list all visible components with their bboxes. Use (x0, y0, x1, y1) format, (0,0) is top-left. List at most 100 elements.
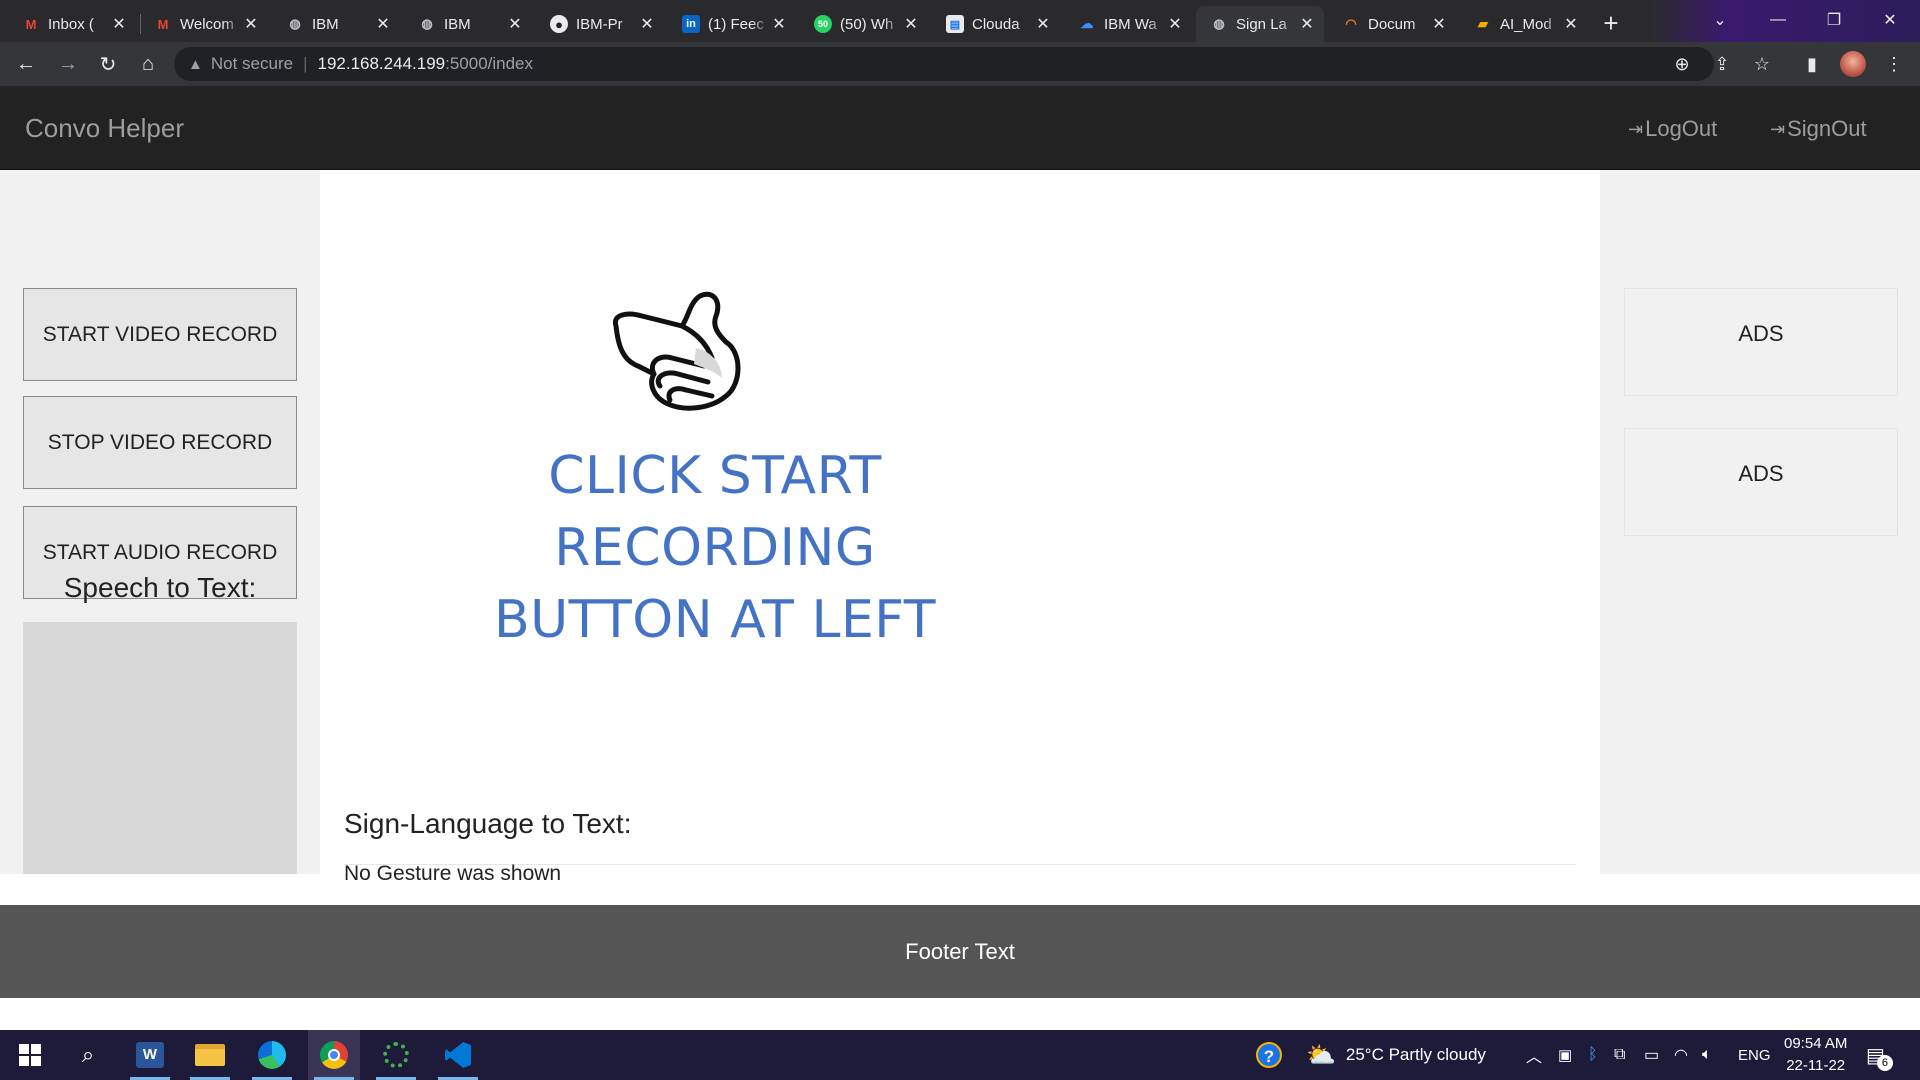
sign-language-heading: Sign-Language to Text: (344, 808, 632, 839)
tab-ibm-2[interactable]: ◍ IBM ✕ (404, 6, 532, 42)
browser-toolbar: ← → ↻ ⌂ ▲ Not secure | 192.168.244.199 :… (0, 42, 1920, 86)
tab-ibm-1[interactable]: ◍ IBM ✕ (272, 6, 400, 42)
tab-gmail-inbox[interactable]: M Inbox ( ✕ (8, 6, 136, 42)
brand-title[interactable]: Convo Helper (25, 113, 184, 144)
login-arrow-icon: ⇥ (1770, 118, 1786, 139)
file-explorer-icon[interactable] (184, 1030, 236, 1080)
page-footer: Footer Text (0, 905, 1920, 998)
tab-title: IBM-Pr (576, 15, 623, 33)
meet-now-icon[interactable]: ▣ (1558, 1030, 1572, 1080)
ad-slot-2[interactable]: ADS (1624, 428, 1898, 536)
tab-whatsapp[interactable]: 50 (50) Wh ✕ (800, 6, 928, 42)
right-sidebar: ADS ADS (1600, 170, 1920, 874)
back-arrow-icon[interactable]: ← (12, 50, 40, 78)
weather-text: 25°C Partly cloudy (1345, 1045, 1486, 1064)
edge-browser-icon[interactable] (246, 1030, 298, 1080)
speech-to-text-output (23, 622, 297, 874)
new-tab-button[interactable]: + (1596, 8, 1626, 38)
start-video-record-button[interactable]: START VIDEO RECORD (23, 288, 297, 381)
globe-icon: ◍ (289, 16, 301, 31)
address-bar[interactable]: ▲ Not secure | 192.168.244.199 :5000/ind… (174, 47, 1714, 81)
clock[interactable]: 09:54 AM 22-11-22 (1784, 1030, 1847, 1080)
speech-to-text-heading: Speech to Text: (63, 572, 257, 603)
vscode-icon[interactable] (432, 1030, 484, 1080)
home-icon[interactable]: ⌂ (134, 50, 162, 78)
logout-link[interactable]: ⇥ LogOut (1628, 116, 1717, 142)
tab-title: Welcom (180, 15, 234, 33)
windows-start-icon[interactable] (4, 1030, 56, 1080)
display-icon[interactable]: ⧉ (1614, 1030, 1625, 1080)
close-icon[interactable]: ✕ (1034, 14, 1052, 34)
tab-search-chevron-icon[interactable]: ⌄ (1692, 0, 1748, 40)
chrome-browser-icon[interactable] (308, 1030, 360, 1080)
tab-title: (50) Wh (840, 15, 894, 33)
tab-linkedin[interactable]: in (1) Feec ✕ (668, 6, 796, 42)
bookmark-star-icon[interactable]: ☆ (1750, 52, 1774, 76)
whatsapp-icon: 50 (814, 15, 832, 33)
gmail-icon: M (25, 16, 37, 32)
word-app-icon[interactable]: W (124, 1030, 176, 1080)
ad-slot-1[interactable]: ADS (1624, 288, 1898, 396)
side-panel-icon[interactable]: ▮ (1800, 52, 1824, 76)
tab-jupyter-document[interactable]: ◠ Docum ✕ (1328, 6, 1456, 42)
close-icon[interactable]: ✕ (638, 14, 656, 34)
url-host: 192.168.244.199 (317, 54, 446, 73)
forward-arrow-icon[interactable]: → (54, 50, 82, 78)
url-path: :5000/index (445, 54, 534, 73)
tab-title: IBM (312, 15, 339, 33)
close-icon[interactable]: ✕ (770, 14, 788, 34)
tab-title: IBM (444, 15, 471, 33)
tab-github[interactable]: ● IBM-Pr ✕ (536, 6, 664, 42)
tab-ai-model[interactable]: ▰ AI_Mod ✕ (1460, 6, 1588, 42)
show-hidden-icons-chevron-icon[interactable]: ︿ (1526, 1030, 1542, 1080)
kebab-menu-icon[interactable]: ⋮ (1882, 52, 1906, 76)
notification-center[interactable]: ▤ 6 (1866, 1030, 1901, 1080)
close-icon[interactable]: ✕ (374, 14, 392, 34)
close-icon[interactable]: ✕ (1430, 14, 1448, 34)
zoom-icon[interactable]: ⊕ (1670, 52, 1694, 76)
notebook-icon: ▰ (1478, 16, 1488, 31)
github-icon: ● (550, 15, 568, 33)
close-icon[interactable]: ✕ (1298, 14, 1316, 34)
input-language[interactable]: ENG (1738, 1030, 1771, 1080)
document-icon: ▤ (946, 15, 964, 33)
tab-title: Clouda (972, 15, 1020, 33)
tab-sign-language[interactable]: ◍ Sign La ✕ (1196, 6, 1324, 42)
signout-link[interactable]: ⇥ SignOut (1770, 116, 1867, 142)
close-icon[interactable]: ✕ (110, 14, 128, 34)
battery-icon[interactable]: ▭ (1644, 1030, 1659, 1080)
close-icon[interactable]: ✕ (242, 14, 260, 34)
reload-icon[interactable]: ↻ (94, 50, 122, 78)
prompt-line-1: CLICK START RECORDING (548, 446, 882, 578)
close-window-button[interactable]: ✕ (1862, 0, 1918, 40)
login-arrow-icon: ⇥ (1628, 118, 1644, 139)
close-icon[interactable]: ✕ (506, 14, 524, 34)
help-icon[interactable]: ? (1256, 1030, 1282, 1080)
weather-widget[interactable]: ⛅ 25°C Partly cloudy (1306, 1030, 1486, 1080)
wifi-icon[interactable]: ◠ (1674, 1030, 1688, 1080)
restore-button[interactable]: ❐ (1806, 0, 1862, 40)
tab-cloudant[interactable]: ▤ Clouda ✕ (932, 6, 1060, 42)
bluetooth-icon[interactable]: ᛒ (1588, 1030, 1598, 1080)
security-status[interactable]: Not secure (211, 54, 293, 74)
tab-title: Sign La (1236, 15, 1287, 33)
volume-icon[interactable]: 🔈︎ (1702, 1030, 1712, 1080)
stop-video-record-button[interactable]: STOP VIDEO RECORD (23, 396, 297, 489)
search-icon[interactable]: ⌕ (62, 1030, 114, 1080)
close-icon[interactable]: ✕ (1166, 14, 1184, 34)
logout-label: LogOut (1645, 116, 1718, 141)
tab-gmail-welcome[interactable]: M Welcom ✕ (140, 6, 268, 42)
anaconda-icon[interactable] (370, 1030, 422, 1080)
close-icon[interactable]: ✕ (902, 14, 920, 34)
jupyter-icon: ◠ (1345, 16, 1357, 31)
tab-ibm-watson[interactable]: ☁ IBM Wa ✕ (1064, 6, 1192, 42)
profile-avatar[interactable] (1840, 51, 1866, 77)
windows-taskbar: ⌕ W ? ⛅ 25°C Partly cloudy ︿ ▣ ᛒ ⧉ ▭ ◠ 🔈… (0, 1030, 1920, 1080)
close-icon[interactable]: ✕ (1562, 14, 1580, 34)
tab-title: IBM Wa (1104, 15, 1157, 33)
left-sidebar: START VIDEO RECORD STOP VIDEO RECORD STA… (0, 170, 320, 874)
share-icon[interactable]: ⇪ (1710, 52, 1734, 76)
gmail-icon: M (157, 16, 169, 32)
tab-title: (1) Feec (708, 15, 764, 33)
minimize-button[interactable]: — (1750, 0, 1806, 40)
